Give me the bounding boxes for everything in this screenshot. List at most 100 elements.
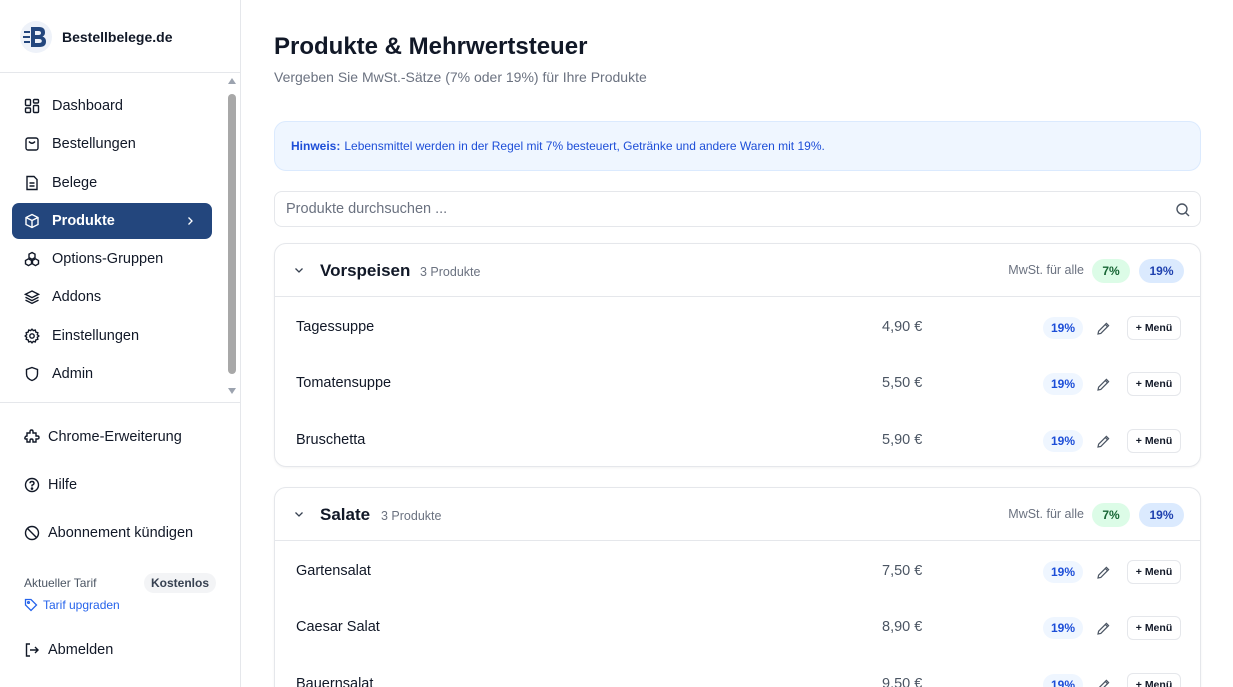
layers-icon: [24, 289, 40, 305]
category-header: Salate 3 Produkte MwSt. für alle 7% 19%: [275, 488, 1200, 541]
add-to-menu-button[interactable]: + Menü: [1127, 428, 1181, 453]
product-row: Caesar Salat 8,90 € 19% + Menü: [275, 597, 1200, 653]
product-row: Bauernsalat 9,50 € 19% + Menü: [275, 654, 1200, 687]
add-to-menu-button[interactable]: + Menü: [1127, 316, 1181, 340]
sidebar-item-label: Dashboard: [52, 98, 123, 114]
category-count: 3 Produkte: [420, 265, 481, 279]
sidebar-item-dashboard[interactable]: Dashboard: [12, 88, 212, 124]
document-icon: [24, 175, 40, 191]
sidebar-item-bestellungen[interactable]: Bestellungen: [12, 126, 212, 162]
set-all-19-button[interactable]: 19%: [1139, 259, 1184, 283]
chrome-extension-label: Chrome-Erweiterung: [48, 429, 182, 445]
category-name[interactable]: Vorspeisen: [320, 261, 410, 281]
pencil-icon[interactable]: [1096, 621, 1111, 636]
sidebar-item-label: Admin: [52, 366, 94, 383]
product-name: Bauernsalat: [296, 675, 374, 687]
chevron-right-icon: [182, 213, 198, 229]
vat-badge[interactable]: 19%: [1043, 429, 1083, 452]
product-name: Bruschetta: [296, 431, 366, 448]
pencil-icon[interactable]: [1096, 377, 1111, 392]
logout-icon: [24, 642, 40, 658]
cancel-subscription-label: Abonnement kündigen: [48, 525, 194, 541]
sidebar-item-produkte[interactable]: Produkte: [12, 202, 212, 239]
cancel-subscription-link[interactable]: Abonnement kündigen: [24, 525, 193, 541]
vat-badge[interactable]: 19%: [1043, 561, 1083, 583]
shield-icon: [24, 366, 40, 382]
chrome-extension-link[interactable]: Chrome-Erweiterung: [24, 429, 182, 445]
product-price: 5,50 €: [882, 375, 923, 392]
product-row: Bruschetta 5,90 € 19% + Menü: [275, 410, 1200, 466]
sidebar: Bestellbelege.de Dashboard Bestellungen …: [0, 0, 241, 687]
sidebar-item-belege[interactable]: Belege: [12, 165, 212, 201]
product-price: 5,90 €: [882, 431, 923, 448]
logout-label: Abmelden: [48, 642, 114, 658]
plan-label: Aktueller Tarif: [24, 576, 97, 590]
sidebar-item-label: Options-Gruppen: [52, 251, 164, 268]
package-icon: [24, 213, 40, 229]
set-all-7-button[interactable]: 7%: [1092, 259, 1130, 283]
hint-banner: Hinweis: Lebensmittel werden in der Rege…: [274, 121, 1201, 171]
sidebar-item-admin[interactable]: Admin: [12, 356, 212, 392]
sidebar-item-addons[interactable]: Addons: [12, 279, 212, 315]
pencil-icon[interactable]: [1096, 434, 1111, 449]
category-count: 3 Produkte: [381, 509, 442, 523]
plan-badge: Kostenlos: [144, 573, 217, 593]
shopping-bag-icon: [24, 136, 40, 152]
search-icon[interactable]: [1175, 202, 1191, 218]
scroll-up-arrow-icon[interactable]: [228, 78, 236, 84]
add-to-menu-button[interactable]: + Menü: [1127, 372, 1181, 397]
sidebar-item-einstellungen[interactable]: Einstellungen: [12, 318, 212, 354]
add-to-menu-button[interactable]: + Menü: [1127, 560, 1181, 584]
scroll-thumb[interactable]: [228, 94, 236, 374]
category-name[interactable]: Salate: [320, 505, 370, 525]
category-card-salate: Salate 3 Produkte MwSt. für alle 7% 19% …: [274, 487, 1201, 687]
brand-name[interactable]: Bestellbelege.de: [62, 29, 173, 45]
logout-link[interactable]: Abmelden: [24, 642, 113, 658]
sidebar-nav: Dashboard Bestellungen Belege Produkte O…: [12, 88, 212, 394]
help-link[interactable]: Hilfe: [24, 477, 77, 493]
category-card-vorspeisen: Vorspeisen 3 Produkte MwSt. für alle 7% …: [274, 243, 1201, 467]
set-all-7-button[interactable]: 7%: [1092, 503, 1130, 527]
vat-badge[interactable]: 19%: [1043, 617, 1083, 640]
sidebar-item-options-gruppen[interactable]: Options-Gruppen: [12, 241, 212, 277]
page-subtitle: Vergeben Sie MwSt.-Sätze (7% oder 19%) f…: [274, 69, 647, 85]
add-to-menu-button[interactable]: + Menü: [1127, 616, 1181, 641]
sidebar-item-label: Bestellungen: [52, 136, 136, 153]
vat-badge[interactable]: 19%: [1043, 317, 1083, 339]
pencil-icon[interactable]: [1096, 321, 1111, 336]
upgrade-plan-link[interactable]: Tarif upgraden: [24, 598, 120, 612]
product-row: Gartensalat 7,50 € 19% + Menü: [275, 541, 1200, 597]
chevron-down-icon[interactable]: [292, 507, 306, 521]
vat-badge[interactable]: 19%: [1043, 373, 1083, 396]
vat-for-all-label: MwSt. für alle: [1008, 263, 1084, 277]
product-name: Gartensalat: [296, 563, 371, 579]
help-circle-icon: [24, 477, 40, 493]
set-all-19-button[interactable]: 19%: [1139, 503, 1184, 527]
product-name: Tagessuppe: [296, 319, 375, 335]
pencil-icon[interactable]: [1096, 678, 1111, 687]
sidebar-item-label: Einstellungen: [52, 327, 140, 344]
product-price: 8,90 €: [882, 619, 923, 636]
sidebar-item-label: Addons: [52, 289, 102, 306]
product-price: 4,90 €: [882, 319, 923, 335]
logo-icon[interactable]: [20, 21, 52, 53]
main-content: Produkte & Mehrwertsteuer Vergeben Sie M…: [274, 0, 1201, 687]
vat-badge[interactable]: 19%: [1043, 673, 1083, 687]
pencil-icon[interactable]: [1096, 565, 1111, 580]
sidebar-scrollbar[interactable]: [226, 78, 238, 398]
search-input[interactable]: [275, 192, 1155, 226]
category-header: Vorspeisen 3 Produkte MwSt. für alle 7% …: [275, 244, 1200, 297]
product-row: Tagessuppe 4,90 € 19% + Menü: [275, 297, 1200, 353]
help-label: Hilfe: [48, 477, 78, 493]
scroll-down-arrow-icon[interactable]: [228, 388, 236, 394]
tag-icon: [24, 598, 38, 612]
page-title: Produkte & Mehrwertsteuer: [274, 33, 588, 60]
hint-label: Hinweis:: [291, 139, 341, 153]
product-name: Tomatensuppe: [296, 375, 392, 392]
sidebar-item-label: Produkte: [52, 212, 115, 229]
ban-icon: [24, 525, 40, 541]
product-price: 7,50 €: [882, 563, 923, 579]
add-to-menu-button[interactable]: + Menü: [1127, 672, 1181, 687]
dashboard-icon: [24, 98, 40, 114]
chevron-down-icon[interactable]: [292, 263, 306, 277]
